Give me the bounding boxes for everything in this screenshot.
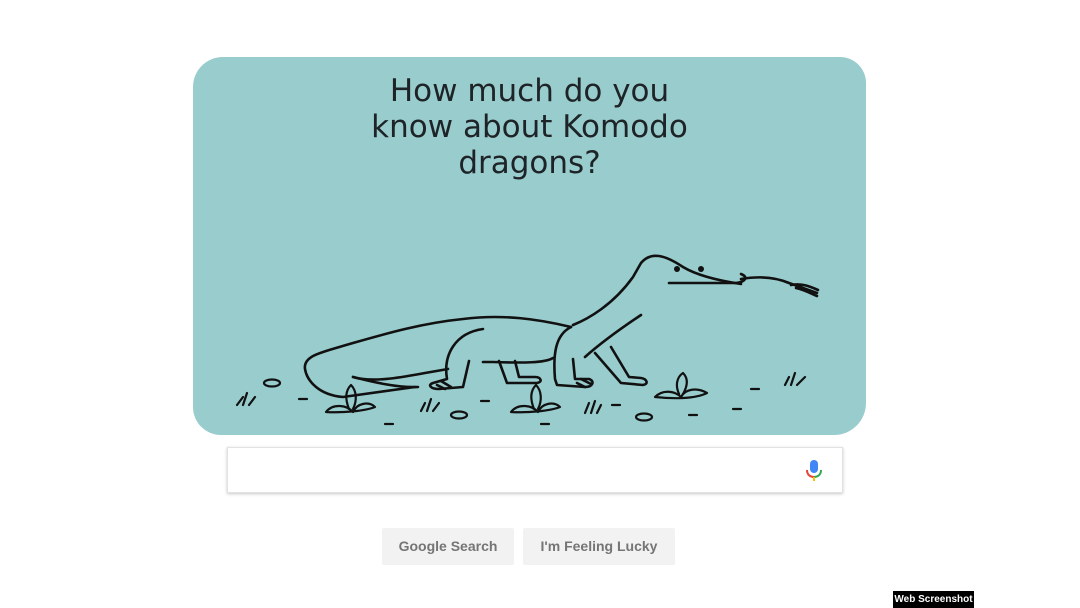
google-homepage: How much do you know about Komodo dragon…	[0, 0, 1080, 608]
feeling-lucky-button[interactable]: I'm Feeling Lucky	[523, 528, 675, 565]
doodle-question: How much do you know about Komodo dragon…	[193, 73, 866, 181]
microphone-icon[interactable]	[804, 459, 824, 483]
google-search-button[interactable]: Google Search	[382, 528, 514, 565]
doodle-question-line: dragons?	[458, 145, 601, 181]
doodle-question-line: How much do you	[389, 73, 670, 109]
web-screenshot-watermark: Web Screenshot	[893, 591, 974, 608]
search-box[interactable]	[227, 447, 843, 494]
search-input[interactable]	[240, 448, 804, 494]
doodle-question-line: know about Komodo	[371, 109, 688, 145]
komodo-doodle[interactable]: How much do you know about Komodo dragon…	[193, 57, 866, 435]
